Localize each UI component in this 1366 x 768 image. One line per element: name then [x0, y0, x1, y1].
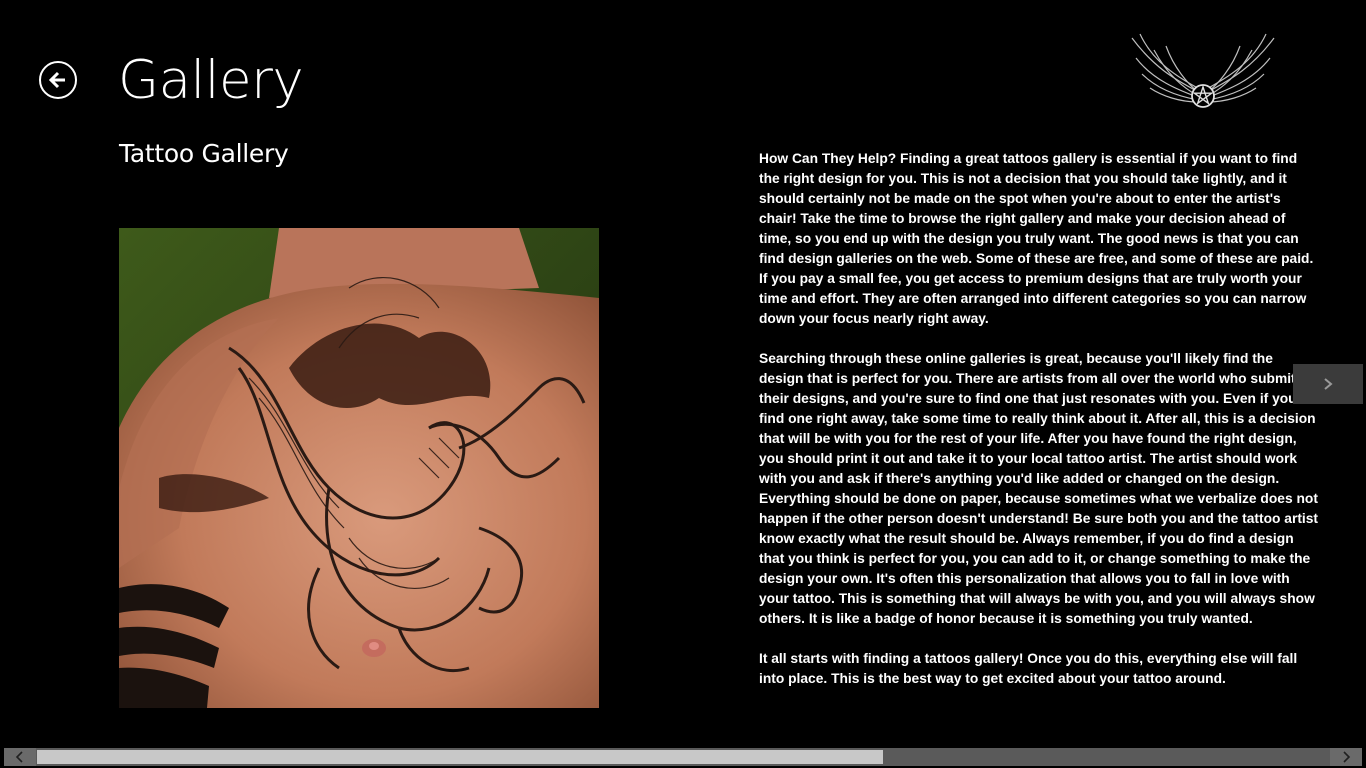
scrollbar-thumb[interactable] — [37, 750, 883, 764]
chevron-right-icon — [1324, 378, 1333, 390]
next-button[interactable] — [1293, 364, 1363, 404]
horizontal-scrollbar[interactable] — [4, 748, 1362, 766]
scroll-left-icon — [15, 751, 23, 763]
scroll-right-button[interactable] — [1330, 748, 1362, 766]
article-paragraph-1: How Can They Help? Finding a great tatto… — [759, 151, 1314, 326]
scroll-left-button[interactable] — [4, 748, 36, 766]
scroll-right-icon — [1343, 751, 1351, 763]
gallery-page: Gallery Tattoo Gallery How Can They Help… — [0, 0, 1366, 768]
article-paragraph-2: Searching through these online galleries… — [759, 351, 1319, 626]
page-subtitle: Tattoo Gallery — [119, 139, 289, 168]
tattoo-photo — [119, 228, 599, 708]
back-arrow-icon — [48, 71, 65, 89]
article-text: How Can They Help? Finding a great tatto… — [759, 149, 1319, 709]
back-button[interactable] — [39, 61, 77, 99]
winged-pentagram-logo — [1128, 28, 1278, 112]
page-title: Gallery — [118, 50, 304, 111]
article-paragraph-3: It all starts with finding a tattoos gal… — [759, 651, 1298, 686]
